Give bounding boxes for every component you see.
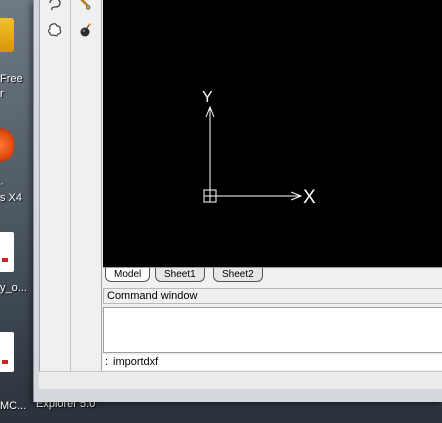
app-icon (0, 128, 14, 162)
paintbrush-icon[interactable] (76, 0, 96, 15)
drawing-canvas[interactable]: Y X (103, 0, 442, 267)
document-icon (0, 332, 14, 372)
desktop-icon-label: y_o... (0, 282, 27, 294)
window-client-area: Y X Model Sheet1 Sheet2 Command window : (39, 0, 442, 389)
status-bar (39, 371, 442, 389)
left-toolbar-2 (71, 0, 102, 388)
desktop-icon-label: · (0, 178, 4, 190)
y-axis-label: Y (202, 89, 213, 106)
desktop-icon-label: r (0, 88, 4, 100)
tab-sheet2[interactable]: Sheet2 (213, 268, 263, 282)
command-prompt: : (105, 356, 109, 368)
desktop-icon-label: s X4 (0, 192, 23, 204)
document-icon (0, 232, 14, 272)
tab-sheet1[interactable]: Sheet1 (155, 268, 205, 282)
bomb-icon[interactable] (76, 20, 96, 40)
folder-icon (0, 18, 14, 52)
tab-model[interactable]: Model (105, 268, 151, 282)
layout-tabs: Model Sheet1 Sheet2 (103, 267, 442, 284)
command-history (103, 307, 442, 353)
cloud-icon[interactable] (45, 20, 65, 40)
desktop-icon-label: Free (0, 73, 23, 85)
ucs-axis-icon: Y X (202, 89, 316, 208)
command-window-title: Command window (103, 288, 442, 304)
x-axis-label: X (303, 187, 316, 208)
lasso-icon[interactable] (45, 0, 65, 15)
desktop-icon-label: MC... (0, 400, 27, 412)
command-input[interactable] (113, 355, 433, 369)
cad-window: Y X Model Sheet1 Sheet2 Command window : (33, 0, 442, 402)
command-line: : (103, 355, 442, 370)
left-toolbar (40, 0, 71, 388)
